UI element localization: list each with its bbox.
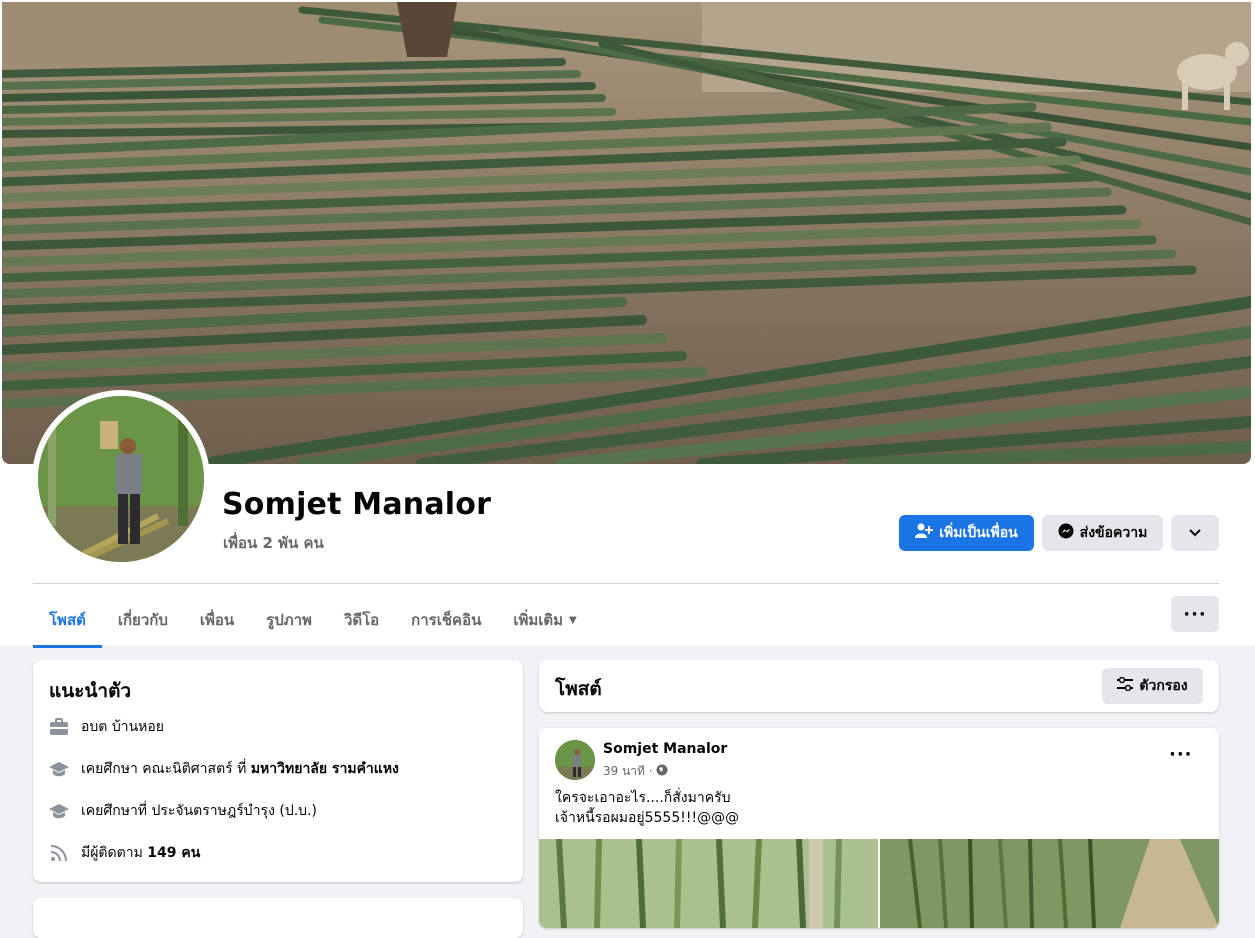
- tabs-more-button[interactable]: ···: [1171, 596, 1219, 632]
- more-dots-icon: ···: [1183, 603, 1207, 625]
- profile-avatar[interactable]: [38, 396, 204, 562]
- followers-count[interactable]: 149 คน: [147, 845, 200, 861]
- add-friend-button[interactable]: เพิ่มเป็นเพื่อน: [899, 515, 1034, 551]
- profile-header: Somjet Manalor เพื่อน 2 พัน คน เพิ่มเป็น…: [0, 0, 1255, 648]
- add-friend-label: เพิ่มเป็นเพื่อน: [939, 525, 1018, 541]
- post-card: Somjet Manalor 39 นาที · ··· ใครจะเอาอะไ…: [539, 728, 1219, 928]
- more-options-button[interactable]: [1171, 515, 1219, 551]
- intro-education-school: เคยศึกษาที่ ประจันตราษฎร์บำรุง (ป.บ.): [49, 800, 317, 822]
- chevron-down-icon: [1189, 525, 1201, 541]
- header-divider: [33, 583, 1219, 584]
- friends-count[interactable]: เพื่อน 2 พัน คน: [223, 531, 324, 555]
- graduation-cap-icon: [49, 759, 69, 779]
- post-timestamp[interactable]: 39 นาที ·: [603, 762, 668, 781]
- post-text: ใครจะเอาอะไร....ก็สั่งมาครับ เจ้าหนี้รอผ…: [555, 790, 740, 826]
- post-author-name[interactable]: Somjet Manalor: [603, 741, 727, 757]
- filter-button[interactable]: ตัวกรอง: [1102, 668, 1203, 704]
- intro-title: แนะนำตัว: [49, 680, 132, 702]
- tab-about[interactable]: เกี่ยวกับ: [102, 596, 184, 644]
- add-friend-icon: [915, 523, 934, 543]
- tab-photos[interactable]: รูปภาพ: [250, 596, 328, 644]
- posts-header-card: โพสต์ ตัวกรอง: [539, 660, 1219, 712]
- filter-label: ตัวกรอง: [1139, 678, 1188, 694]
- rss-feed-icon: [49, 843, 69, 863]
- photos-card: [33, 898, 523, 938]
- post-options-icon[interactable]: ···: [1169, 744, 1193, 765]
- intro-work: อบต บ้านหอย: [49, 716, 164, 738]
- profile-name: Somjet Manalor: [222, 487, 492, 522]
- graduation-cap-icon: [49, 801, 69, 821]
- tab-posts[interactable]: โพสต์: [33, 596, 102, 648]
- intro-card: แนะนำตัว อบต บ้านหอย เคยศึกษา คณะนิติศาส…: [33, 660, 523, 882]
- tab-more[interactable]: เพิ่มเติม ▼: [497, 596, 592, 644]
- message-label: ส่งข้อความ: [1079, 525, 1148, 541]
- briefcase-icon: [49, 717, 69, 737]
- filter-sliders-icon: [1117, 676, 1134, 695]
- tab-checkins[interactable]: การเช็คอิน: [395, 596, 497, 644]
- post-author-avatar[interactable]: [555, 740, 595, 780]
- tab-friends[interactable]: เพื่อน: [184, 596, 250, 644]
- intro-education-university: เคยศึกษา คณะนิติศาสตร์ ที่ มหาวิทยาลัย ร…: [49, 758, 399, 780]
- globe-icon: [656, 764, 668, 779]
- messenger-icon: [1058, 523, 1074, 543]
- caret-down-icon: ▼: [569, 614, 577, 626]
- profile-tabs: โพสต์ เกี่ยวกับ เพื่อน รูปภาพ วิดีโอ การ…: [33, 596, 593, 648]
- tab-videos[interactable]: วิดีโอ: [328, 596, 395, 644]
- intro-followers: มีผู้ติดตาม 149 คน: [49, 842, 200, 864]
- post-photo-2[interactable]: [880, 839, 1219, 928]
- message-button[interactable]: ส่งข้อความ: [1042, 515, 1163, 551]
- post-photo-1[interactable]: [539, 839, 878, 928]
- posts-title: โพสต์: [555, 678, 602, 700]
- cover-photo[interactable]: [2, 2, 1251, 464]
- university-link[interactable]: มหาวิทยาลัย รามคำแหง: [251, 761, 399, 777]
